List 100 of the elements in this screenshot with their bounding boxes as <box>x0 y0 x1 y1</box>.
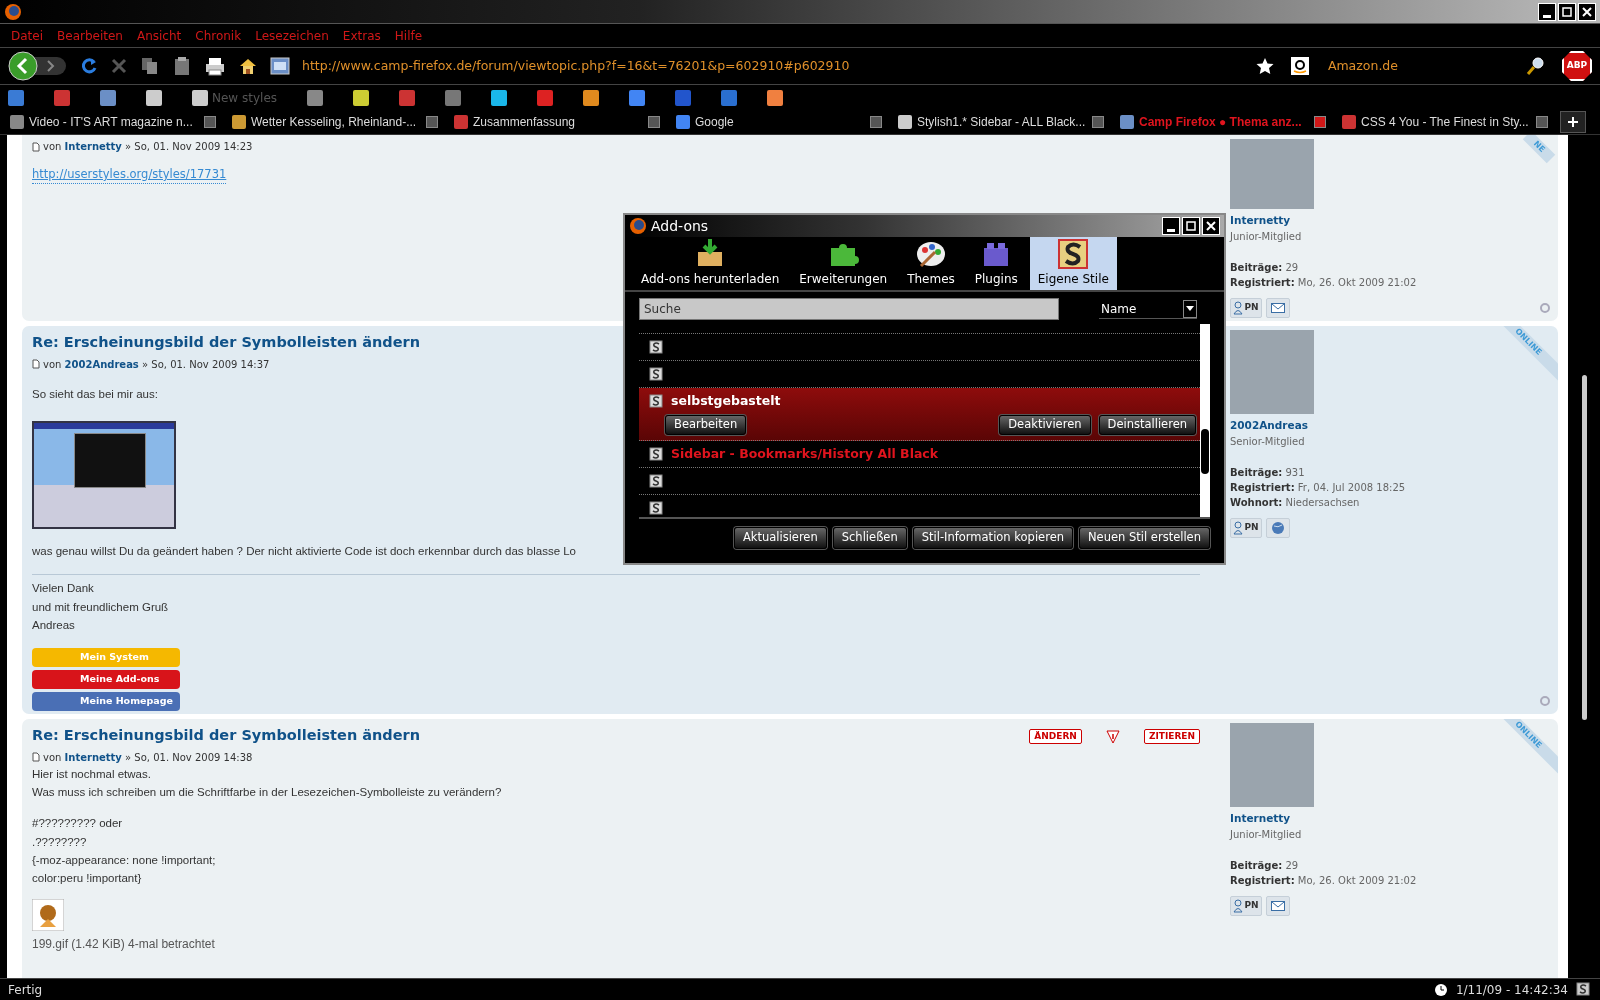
email-button[interactable] <box>1266 895 1290 916</box>
search-field[interactable]: Suche <box>639 298 1059 320</box>
addons-logo-icon <box>629 217 647 235</box>
close-button[interactable] <box>1202 217 1220 235</box>
search-icon[interactable] <box>1526 56 1546 76</box>
post-title[interactable]: Re: Erscheinungsbild der Symbolleisten ändern <box>32 332 421 354</box>
adblock-button[interactable]: ABP <box>1562 51 1592 81</box>
style-icon <box>649 394 663 409</box>
signature-banner[interactable]: Meine Homepage <box>32 692 180 711</box>
private-message-button[interactable]: PN <box>1230 517 1262 538</box>
reload-icon[interactable] <box>80 57 98 75</box>
profile-rank: Junior-Mitglied <box>1230 229 1303 244</box>
profile-rank: Junior-Mitglied <box>1230 827 1303 842</box>
close-icon <box>1582 6 1592 17</box>
back-forward-icon[interactable] <box>8 51 68 81</box>
style-icon <box>649 501 663 515</box>
menu-item[interactable]: Lesezeichen <box>248 26 336 45</box>
style-icon <box>649 474 663 488</box>
search-engine-icon[interactable] <box>1289 56 1312 76</box>
printer-icon[interactable] <box>204 56 226 76</box>
dialog-button[interactable]: Aktualisieren <box>733 527 827 549</box>
signature-text: Vielen Dank <box>32 581 94 597</box>
menu-item[interactable]: Hilfe <box>387 26 430 45</box>
profile-field: Beiträge: 29 <box>1230 259 1548 275</box>
plus-icon <box>1568 117 1578 127</box>
bookmark-icon[interactable] <box>146 89 162 106</box>
post-text: color:peru !important} <box>32 871 142 886</box>
profile-field: Registriert: Mo, 26. Okt 2009 21:02 <box>1230 872 1548 888</box>
style-name: selbstgebastelt <box>671 392 781 410</box>
dialog-button[interactable]: Neuen Stil erstellen <box>1079 527 1210 549</box>
email-button[interactable] <box>1266 297 1290 318</box>
post-action-button[interactable]: ÄNDERN <box>1029 729 1082 745</box>
url-text[interactable]: http://www.camp-firefox.de/forum/viewtopic.php?f=16&t=76201&p=602910#p602910 <box>302 56 850 76</box>
profile-name[interactable]: Internetty <box>1230 811 1548 827</box>
maximize-button[interactable] <box>1558 2 1576 21</box>
site-icon <box>270 57 290 75</box>
post-action-button[interactable]: ZITIEREN <box>1143 729 1200 745</box>
signature-banner[interactable]: Meine Add-ons <box>32 670 180 689</box>
envelope-icon <box>1271 900 1285 911</box>
signature-text: Andreas <box>32 617 75 633</box>
bookmark-icon[interactable] <box>583 89 599 106</box>
scrollbar-thumb[interactable] <box>1201 429 1209 474</box>
paste-icon[interactable] <box>172 56 192 76</box>
bookmark-icon[interactable] <box>100 89 116 106</box>
profile-name[interactable]: 2002Andreas <box>1230 418 1548 434</box>
bookmark-icon[interactable] <box>307 89 323 106</box>
profile-rank: Senior-Mitglied <box>1230 434 1306 449</box>
style-action-button[interactable]: Bearbeiten <box>665 414 747 435</box>
scrollbar-thumb[interactable] <box>1582 375 1587 720</box>
menu-item[interactable]: Datei <box>4 26 50 45</box>
bookmark-icon[interactable] <box>491 89 507 106</box>
new-tab-button[interactable] <box>1560 111 1586 133</box>
sort-dropdown[interactable]: Name <box>1099 299 1197 319</box>
attachment-thumbnail[interactable] <box>32 899 64 932</box>
dialog-button[interactable]: Schließen <box>832 527 907 549</box>
menu-item[interactable]: Extras <box>335 26 388 45</box>
copy-icon[interactable] <box>140 56 160 76</box>
selected-style-row[interactable]: selbstgebastelt Bearbeiten Deaktivieren Deinstallieren <box>639 388 1200 441</box>
screenshot-thumbnail[interactable] <box>32 421 176 529</box>
post-meta: von 2002Andreas » So, 01. Nov 2009 14:37 <box>43 357 270 372</box>
clock-icon <box>1433 982 1448 997</box>
style-icon <box>649 340 663 354</box>
dialog-title: Add-ons <box>651 216 709 236</box>
style-icon <box>649 367 663 381</box>
maximize-icon <box>1186 221 1196 231</box>
star-icon[interactable] <box>1255 57 1274 75</box>
private-message-button[interactable]: PN <box>1230 297 1262 318</box>
menu-item[interactable]: Ansicht <box>129 26 189 45</box>
search-engine-text[interactable]: Amazon.de <box>1327 56 1398 76</box>
stop-icon[interactable] <box>110 57 128 75</box>
signature-text: und mit freundlichem Gruß <box>32 599 169 615</box>
dialog-tab[interactable]: Eigene Stile <box>1029 237 1117 290</box>
menu-item[interactable]: Chronik <box>188 26 249 45</box>
private-message-button[interactable]: PN <box>1230 895 1262 916</box>
user-icon <box>1233 898 1244 913</box>
profile-field: Beiträge: 29 <box>1230 857 1548 873</box>
style-action-button[interactable]: Deaktivieren <box>999 414 1091 435</box>
post-title[interactable]: Re: Erscheinungsbild der Symbolleisten ändern <box>32 725 421 747</box>
minimize-button[interactable] <box>1162 217 1180 235</box>
minimize-icon <box>1167 229 1175 232</box>
minimize-icon <box>1543 14 1551 18</box>
dialog-button[interactable]: Stil-Information kopieren <box>912 527 1073 549</box>
attachment-caption: 199.gif (1.42 KiB) 4-mal betrachtet <box>32 936 215 954</box>
report-icon[interactable] <box>1105 729 1120 744</box>
website-button[interactable] <box>1266 517 1290 538</box>
style-action-button[interactable]: Deinstallieren <box>1098 414 1196 435</box>
post-text: .???????? <box>32 834 87 850</box>
stylish-icon[interactable] <box>1576 981 1592 998</box>
maximize-icon <box>1562 6 1572 17</box>
profile-name[interactable]: Internetty <box>1230 213 1548 229</box>
bookmark-icon[interactable] <box>629 89 645 106</box>
home-icon[interactable] <box>238 56 258 76</box>
close-button[interactable] <box>1578 2 1596 21</box>
post-text: So sieht das bei mir aus: <box>32 386 158 402</box>
style-row[interactable]: Sidebar - Bookmarks/History All Black <box>639 441 1200 468</box>
bookmark-icon[interactable] <box>353 89 369 106</box>
bookmark-icon[interactable] <box>767 89 783 106</box>
minimize-button[interactable] <box>1538 2 1556 21</box>
maximize-button[interactable] <box>1182 217 1200 235</box>
menu-item[interactable]: Bearbeiten <box>50 26 130 45</box>
